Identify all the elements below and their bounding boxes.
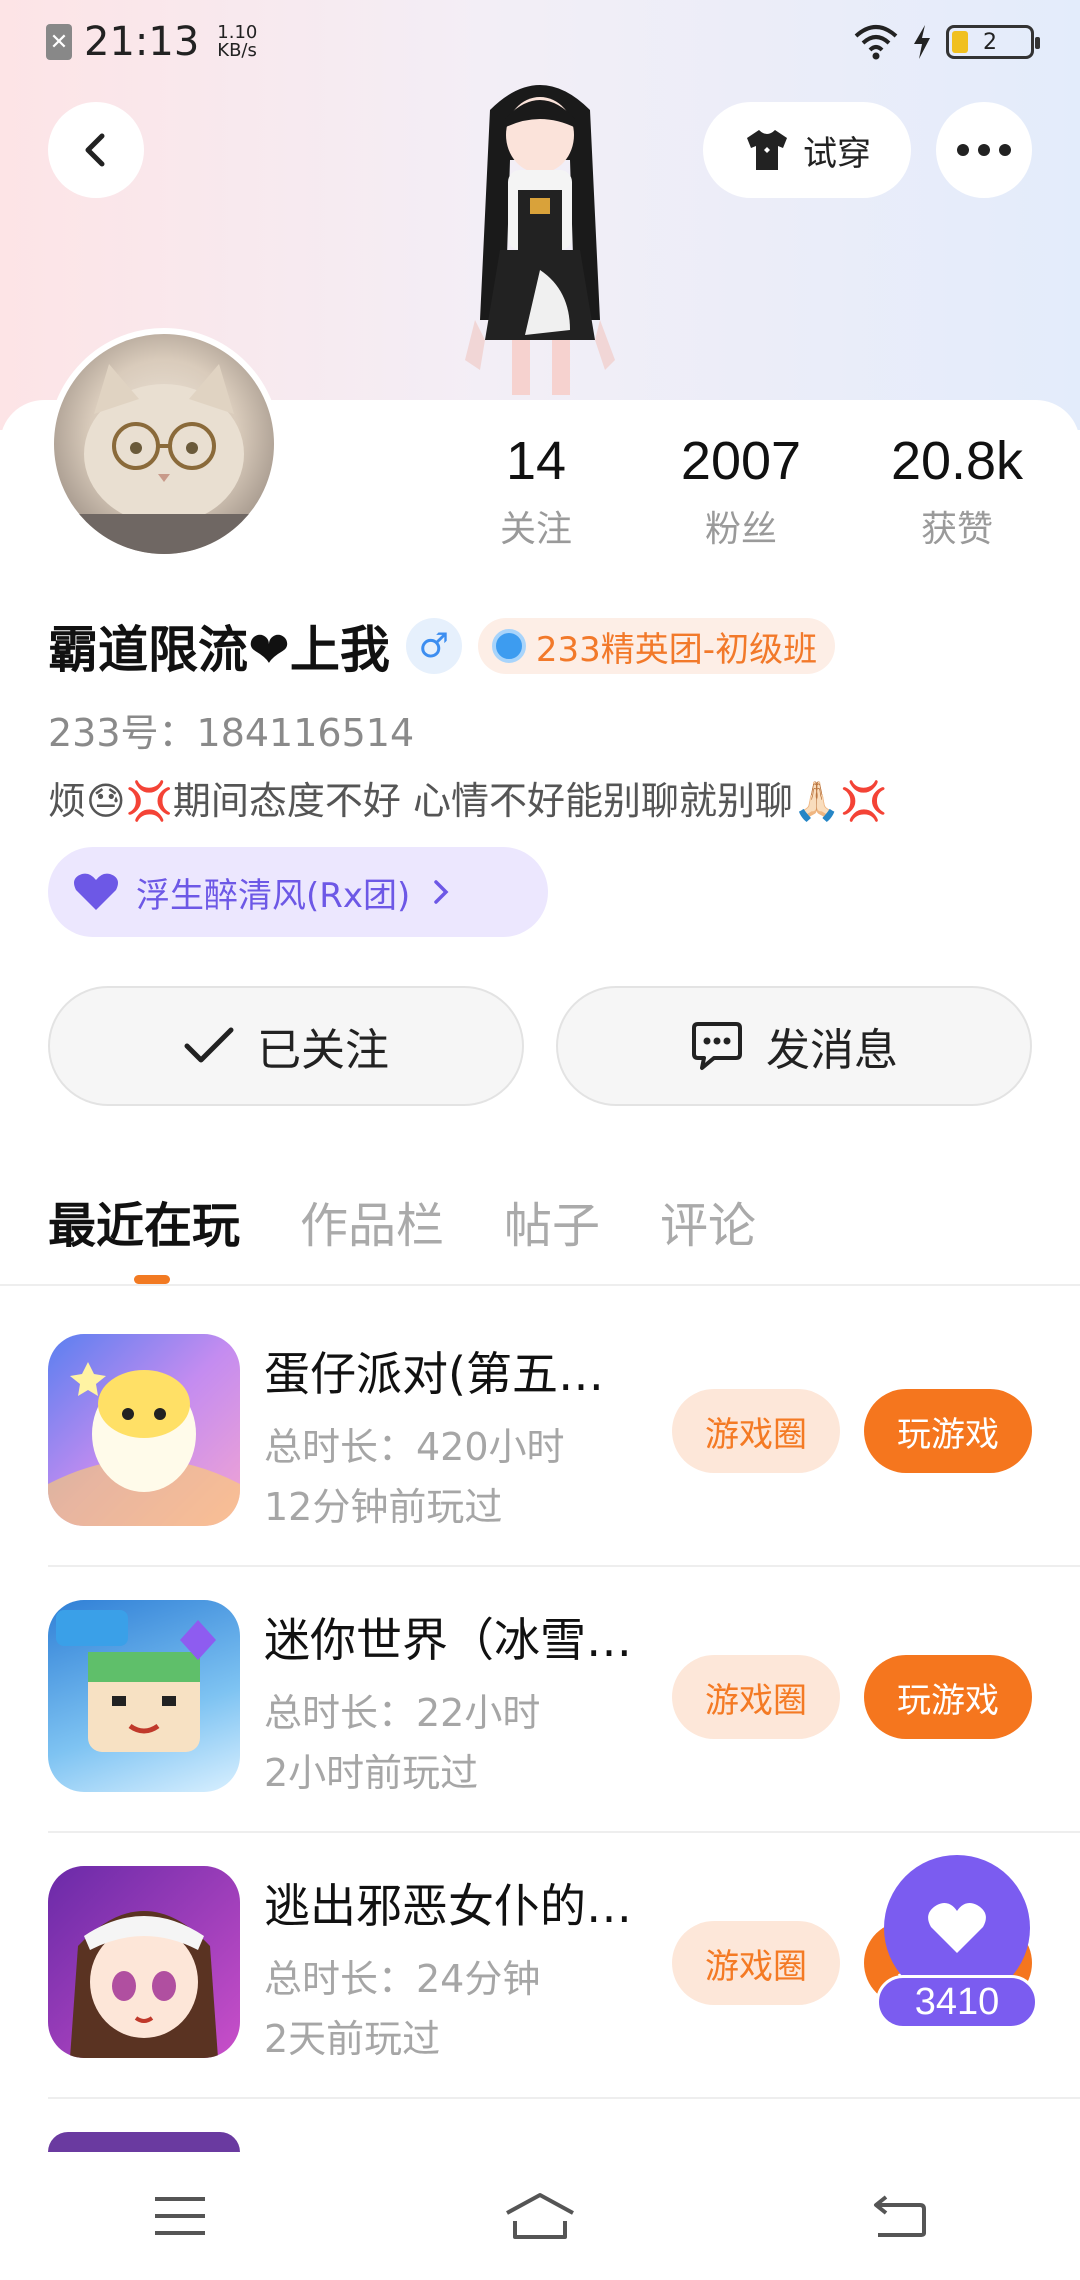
game-row-2[interactable]: 迷你世界（冰雪… 总时长：22小时 2小时前玩过 游戏圈 玩游戏	[48, 1600, 1080, 1865]
profile-tabs: 最近在玩 作品栏 帖子 评论	[48, 1186, 756, 1256]
elite-group-badge[interactable]: 233精英团-初级班	[477, 618, 836, 674]
followed-button[interactable]: 已关注	[48, 986, 524, 1106]
game-circle-button[interactable]: 游戏圈	[672, 1921, 840, 2005]
game-title: 迷你世界（冰雪…	[264, 1613, 632, 1667]
tab-divider	[0, 1284, 1080, 1286]
like-count-badge: 3410	[876, 1975, 1038, 2029]
tshirt-icon	[747, 130, 787, 170]
more-options-button[interactable]	[936, 102, 1032, 198]
name-row: 霸道限流❤上我 ♂ 233精英团-初级班	[48, 610, 836, 682]
no-sim-icon: ✕	[46, 24, 72, 60]
game-circle-button[interactable]: 游戏圈	[672, 1655, 840, 1739]
tab-posts[interactable]: 帖子	[504, 1186, 600, 1256]
send-message-label: 发消息	[766, 1025, 898, 1076]
game-duration: 总时长：24分钟	[264, 1957, 541, 2001]
fans-label: 粉丝	[704, 509, 777, 550]
chat-bubble-icon	[692, 1022, 742, 1070]
heart-icon	[928, 1903, 986, 1953]
tab-comments[interactable]: 评论	[660, 1186, 756, 1256]
game-icon-eggy-party[interactable]	[48, 1334, 240, 1526]
play-game-button[interactable]: 玩游戏	[864, 1389, 1032, 1473]
try-on-button[interactable]: 试穿	[703, 102, 911, 198]
battery-level: 2	[983, 29, 997, 55]
home-icon	[506, 2193, 574, 2239]
user-bio: 烦😓💢期间态度不好 心情不好能别聊就别聊🙏🏻💢	[48, 779, 888, 823]
user-id: 233号：184116514	[48, 711, 415, 755]
chevron-right-icon	[434, 880, 449, 904]
mini-world-character-image	[56, 1610, 216, 1752]
status-left: ✕ 21:13 1.10 KB/s	[46, 19, 257, 65]
game-title: 蛋仔派对(第五…	[264, 1347, 604, 1401]
fans-count: 2007	[680, 431, 802, 491]
menu-lines-icon	[155, 2197, 205, 2235]
following-count: 14	[505, 431, 567, 491]
back-arrow-icon	[874, 2195, 926, 2237]
charging-bolt-icon	[914, 25, 930, 59]
nav-menu-button[interactable]	[120, 2176, 240, 2256]
send-message-button[interactable]: 发消息	[556, 986, 1032, 1106]
nav-back-button[interactable]	[840, 2176, 960, 2256]
stat-following[interactable]: 14 关注	[484, 430, 588, 552]
battery-indicator: 2	[946, 25, 1040, 59]
status-right: 2	[854, 24, 1040, 60]
male-gender-icon: ♂	[405, 618, 462, 674]
likes-received-count: 20.8k	[890, 431, 1024, 491]
game-last-played: 2小时前玩过	[264, 1751, 479, 1795]
tab-works[interactable]: 作品栏	[300, 1186, 444, 1256]
group-name: 浮生醉清风(Rx团)	[136, 875, 411, 916]
game-row-1[interactable]: 蛋仔派对(第五… 总时长：420小时 12分钟前玩过 游戏圈 玩游戏	[48, 1334, 1080, 1599]
wifi-icon	[854, 25, 898, 60]
tab-recently-played[interactable]: 最近在玩	[48, 1186, 240, 1256]
row-divider	[48, 2097, 1080, 2099]
maid-character-image	[70, 1911, 218, 2058]
avatar-character-image	[465, 85, 615, 395]
user-avatar[interactable]	[48, 328, 280, 560]
network-speed: 1.10 KB/s	[217, 24, 257, 60]
game-duration: 总时长：420小时	[264, 1425, 565, 1469]
network-speed-unit: KB/s	[217, 40, 257, 61]
active-tab-indicator	[134, 1275, 170, 1284]
game-icon-mini-world[interactable]	[48, 1600, 240, 1792]
game-last-played: 2天前玩过	[264, 2017, 441, 2061]
try-on-label: 试穿	[803, 133, 871, 174]
game-icon-escape-maid[interactable]	[48, 1866, 240, 2058]
cat-avatar-image	[54, 364, 274, 554]
system-navigation-bar	[0, 2152, 1080, 2280]
following-label: 关注	[499, 509, 572, 550]
chevron-left-icon	[85, 133, 105, 167]
followed-label: 已关注	[257, 1025, 389, 1076]
likes-received-label: 获赞	[920, 509, 993, 550]
game-circle-button[interactable]: 游戏圈	[672, 1389, 840, 1473]
game-title: 逃出邪恶女仆的…	[264, 1879, 632, 1933]
stat-fans[interactable]: 2007 粉丝	[672, 430, 810, 552]
stat-likes[interactable]: 20.8k 获赞	[878, 430, 1036, 552]
more-dots-icon	[957, 144, 1011, 156]
play-game-button[interactable]: 玩游戏	[864, 1655, 1032, 1739]
game-icon-partial	[48, 2132, 240, 2152]
game-last-played: 12分钟前玩过	[264, 1485, 503, 1529]
clock: 21:13	[84, 19, 200, 65]
row-divider	[48, 1565, 1080, 1567]
game-duration: 总时长：22小时	[264, 1691, 541, 1735]
checkmark-icon	[184, 1027, 234, 1063]
heart-icon	[74, 873, 118, 910]
group-chip[interactable]: 浮生醉清风(Rx团)	[48, 847, 548, 937]
username: 霸道限流❤上我	[48, 621, 390, 679]
elite-group-label: 233精英团-初级班	[535, 629, 818, 670]
row-divider	[48, 1831, 1080, 1833]
eggy-character-image	[48, 1362, 240, 1526]
nav-home-button[interactable]	[480, 2176, 600, 2256]
elite-medal-icon	[491, 629, 526, 663]
back-button[interactable]	[48, 102, 144, 198]
